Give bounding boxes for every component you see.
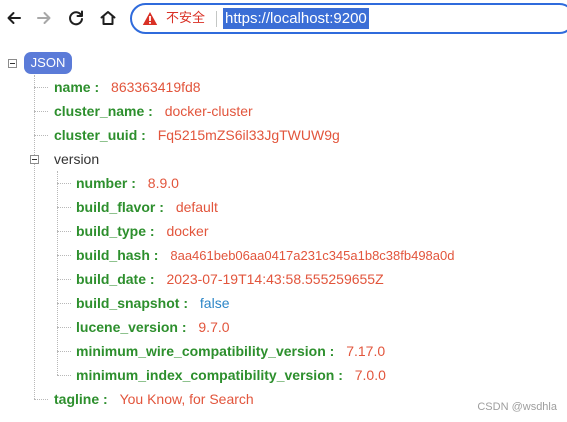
arrow-right-icon	[37, 12, 51, 24]
json-value: docker	[166, 223, 209, 239]
json-field-row: minimum_index_compatibility_version : 7.…	[76, 365, 386, 385]
json-key: build_hash	[76, 247, 150, 263]
collapse-version-toggle-icon[interactable]	[30, 155, 39, 164]
branch-line	[57, 207, 71, 208]
json-value: Fq5215mZS6il33JgTWUW9g	[157, 127, 340, 143]
json-field-row: cluster_uuid : Fq5215mZS6il33JgTWUW9g	[54, 125, 340, 145]
arrow-left-icon	[7, 12, 21, 24]
json-key: lucene_version	[76, 319, 178, 335]
security-status-label[interactable]: 不安全	[166, 11, 205, 27]
json-key: minimum_wire_compatibility_version	[76, 343, 326, 359]
root-guide-line	[34, 75, 35, 399]
json-field-row: build_flavor : default	[76, 197, 218, 217]
json-field-row: build_snapshot : false	[76, 293, 229, 313]
home-icon	[100, 11, 116, 25]
warning-triangle-icon[interactable]	[142, 11, 158, 26]
url-text[interactable]: https://localhost:9200	[223, 8, 369, 29]
json-field-row: minimum_wire_compatibility_version : 7.1…	[76, 341, 385, 361]
json-value: 8aa461beb06aa0417a231c345a1b8c38fb498a0d	[170, 248, 455, 263]
json-colon: :	[183, 295, 189, 311]
json-object-row[interactable]: version	[54, 149, 99, 169]
json-value: docker-cluster	[164, 103, 253, 119]
browser-toolbar: 不安全 https://localhost:9200	[0, 0, 567, 37]
json-key: build_date	[76, 271, 147, 287]
json-key: build_flavor	[76, 199, 156, 215]
reload-icon	[69, 10, 83, 26]
json-value: 863363419fd8	[111, 79, 201, 95]
collapse-root-toggle-icon[interactable]	[8, 59, 17, 68]
json-key: build_snapshot	[76, 295, 180, 311]
json-value: default	[175, 199, 218, 215]
json-value: 7.0.0	[354, 367, 386, 383]
json-colon: :	[149, 223, 155, 239]
json-key: number	[76, 175, 128, 191]
json-key: name	[54, 79, 91, 95]
branch-line	[34, 399, 48, 400]
json-field-row: build_type : docker	[76, 221, 209, 241]
json-colon: :	[329, 343, 335, 359]
json-field-row: number : 8.9.0	[76, 173, 179, 193]
json-colon: :	[153, 247, 159, 263]
branch-line	[57, 183, 71, 184]
json-object-key: version	[54, 151, 100, 167]
json-value: 9.7.0	[198, 319, 230, 335]
json-value: 7.17.0	[346, 343, 386, 359]
json-key: cluster_name	[54, 103, 145, 119]
json-field-row: name : 863363419fd8	[54, 77, 201, 97]
json-colon: :	[159, 199, 164, 215]
json-key: build_type	[76, 223, 147, 239]
json-key: minimum_index_compatibility_version	[76, 367, 335, 383]
address-bar-divider	[216, 11, 217, 27]
branch-line	[34, 111, 48, 112]
version-guide-line	[57, 171, 58, 375]
branch-line	[57, 255, 71, 256]
json-colon: :	[181, 319, 187, 335]
home-button[interactable]	[95, 5, 121, 31]
json-colon: :	[131, 175, 136, 191]
json-colon: :	[148, 103, 153, 119]
json-field-row: lucene_version : 9.7.0	[76, 317, 230, 337]
json-colon: :	[338, 367, 343, 383]
branch-line	[57, 231, 71, 232]
branch-line	[57, 303, 71, 304]
json-field-row: cluster_name : docker-cluster	[54, 101, 253, 121]
json-key: cluster_uuid	[54, 127, 138, 143]
json-value: false	[199, 295, 230, 311]
forward-button[interactable]	[31, 5, 57, 31]
branch-line	[57, 279, 71, 280]
json-colon: :	[94, 79, 100, 95]
address-bar[interactable]: 不安全 https://localhost:9200	[130, 3, 567, 34]
json-value: You Know, for Search	[119, 391, 254, 407]
json-value: 8.9.0	[147, 175, 179, 191]
back-button[interactable]	[1, 5, 27, 31]
json-colon: :	[103, 391, 108, 407]
json-colon: :	[141, 127, 146, 143]
branch-line	[34, 135, 48, 136]
json-root-badge[interactable]: JSON	[24, 52, 72, 74]
reload-button[interactable]	[63, 5, 89, 31]
json-value: 2023-07-19T14:43:58.555259655Z	[166, 271, 384, 287]
watermark: CSDN @wsdhla	[477, 401, 557, 413]
branch-line	[57, 375, 71, 376]
json-key: tagline	[54, 391, 100, 407]
branch-line	[57, 351, 71, 352]
json-field-row: build_hash : 8aa461beb06aa0417a231c345a1…	[76, 245, 454, 265]
json-field-row: tagline : You Know, for Search	[54, 389, 254, 409]
branch-line	[34, 87, 48, 88]
json-colon: :	[149, 271, 155, 287]
branch-line	[57, 327, 71, 328]
json-field-row: build_date : 2023-07-19T14:43:58.5552596…	[76, 269, 384, 289]
